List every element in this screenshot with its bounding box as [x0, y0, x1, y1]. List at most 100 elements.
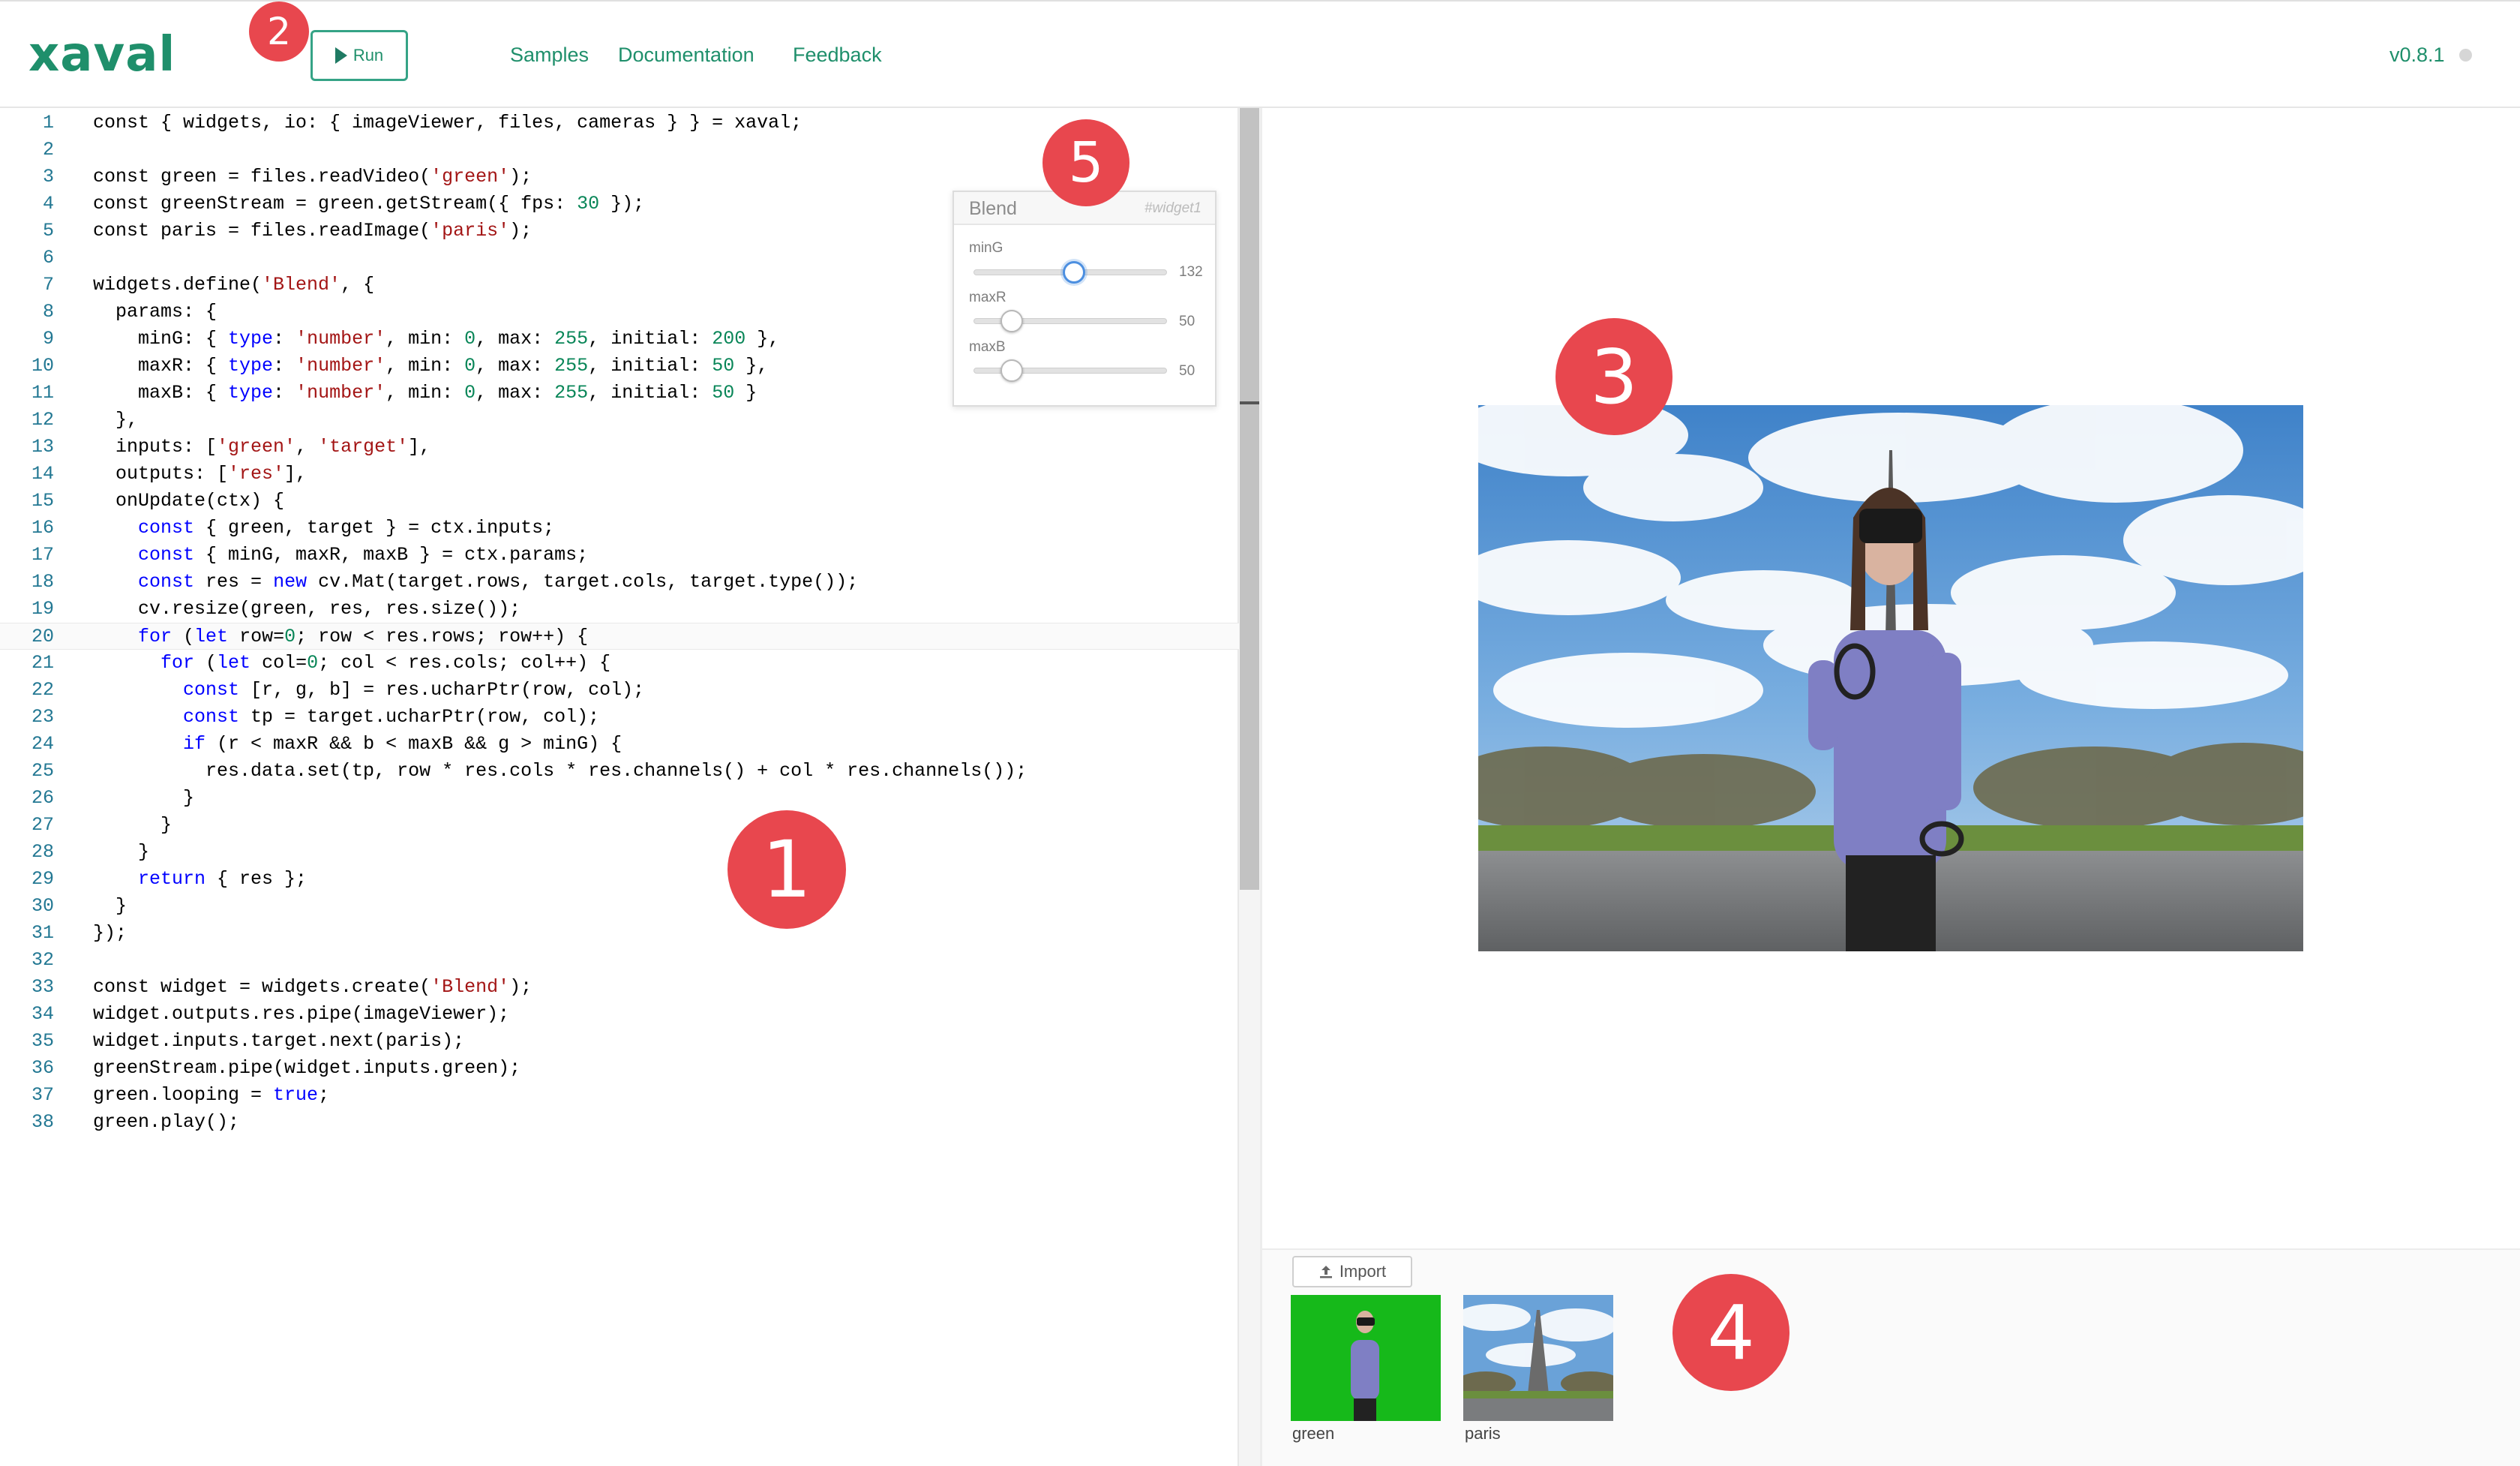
code-line[interactable]: 12 },: [0, 407, 1239, 434]
app-logo[interactable]: xaval: [28, 27, 176, 83]
line-number: 6: [42, 247, 54, 269]
code-line[interactable]: 20 for (let row=0; row < res.rows; row++…: [0, 623, 1239, 650]
code-text: }: [93, 895, 128, 917]
slider-thumb-maxb[interactable]: [1000, 359, 1023, 382]
code-text: }: [93, 814, 172, 836]
code-line[interactable]: 31});: [0, 920, 1239, 947]
annotation-badge-2: 2: [249, 2, 309, 62]
line-number: 3: [42, 166, 54, 188]
import-button[interactable]: Import: [1292, 1256, 1412, 1287]
nav-documentation[interactable]: Documentation: [618, 44, 754, 67]
file-thumbnail-green[interactable]: [1291, 1295, 1441, 1421]
code-line[interactable]: 13 inputs: ['green', 'target'],: [0, 434, 1239, 461]
code-line[interactable]: 18 const res = new cv.Mat(target.rows, t…: [0, 569, 1239, 596]
code-line[interactable]: 17 const { minG, maxR, maxB } = ctx.para…: [0, 542, 1239, 569]
line-number: 33: [31, 976, 54, 998]
line-number: 7: [42, 274, 54, 296]
line-number: 20: [31, 626, 54, 647]
code-text: res.data.set(tp, row * res.cols * res.ch…: [93, 760, 1028, 782]
param-label-maxr: maxR: [969, 290, 1006, 305]
line-number: 1: [42, 112, 54, 134]
paris-thumbnail: [1463, 1295, 1613, 1421]
file-thumbnail-paris[interactable]: [1463, 1295, 1613, 1421]
line-number: 34: [31, 1003, 54, 1025]
nav-feedback[interactable]: Feedback: [793, 44, 882, 67]
param-value-ming: 132: [1179, 264, 1203, 280]
code-line[interactable]: 36 greenStream.pipe(widget.inputs.green);: [0, 1055, 1239, 1082]
code-line[interactable]: 19 cv.resize(green, res, res.size());: [0, 596, 1239, 623]
code-line[interactable]: 1 const { widgets, io: { imageViewer, fil…: [0, 110, 1239, 137]
code-text: const tp = target.ucharPtr(row, col);: [183, 706, 600, 728]
code-line[interactable]: 32: [0, 947, 1239, 974]
line-number: 8: [42, 301, 54, 323]
code-line[interactable]: 26 }: [0, 785, 1239, 812]
line-number: 15: [31, 490, 54, 512]
code-line[interactable]: 30 }: [0, 893, 1239, 920]
param-value-maxb: 50: [1179, 363, 1196, 379]
code-line[interactable]: 25 res.data.set(tp, row * res.cols * res…: [0, 758, 1239, 785]
code-line[interactable]: 33 const widget = widgets.create('Blend')…: [0, 974, 1239, 1001]
line-number: 22: [31, 679, 54, 701]
line-number: 18: [31, 571, 54, 593]
code-text: green.looping = true;: [93, 1084, 330, 1106]
code-line[interactable]: 16 const { green, target } = ctx.inputs;: [0, 515, 1239, 542]
nav-samples[interactable]: Samples: [510, 44, 589, 67]
code-line[interactable]: 37 green.looping = true;: [0, 1082, 1239, 1109]
code-line[interactable]: 14 outputs: ['res'],: [0, 461, 1239, 488]
annotation-badge-3: 3: [1556, 318, 1672, 435]
version-label: v0.8.1: [2390, 44, 2445, 66]
code-line[interactable]: 34 widget.outputs.res.pipe(imageViewer);: [0, 1001, 1239, 1028]
editor-scroll-marker: [1240, 401, 1259, 404]
code-text: const { widgets, io: { imageViewer, file…: [93, 112, 802, 134]
green-screen-thumbnail: [1291, 1295, 1441, 1421]
editor-scrollbar-thumb[interactable]: [1240, 108, 1259, 890]
line-number: 4: [42, 193, 54, 215]
line-number: 30: [31, 895, 54, 917]
line-number: 12: [31, 409, 54, 431]
code-line[interactable]: 21 for (let col=0; col < res.cols; col++…: [0, 650, 1239, 677]
image-viewer: [1478, 405, 2303, 951]
line-number: 19: [31, 598, 54, 620]
code-text: params: {: [93, 301, 218, 323]
code-line[interactable]: 23 const tp = target.ucharPtr(row, col);: [0, 704, 1239, 731]
code-text: onUpdate(ctx) {: [93, 490, 285, 512]
param-label-maxb: maxB: [969, 339, 1006, 355]
run-button-label: Run: [352, 46, 384, 65]
code-text: minG: { type: 'number', min: 0, max: 255…: [93, 328, 780, 350]
code-line[interactable]: 29 return { res };: [0, 866, 1239, 893]
code-text: widget.inputs.target.next(paris);: [93, 1030, 465, 1052]
line-number: 37: [31, 1084, 54, 1106]
code-line[interactable]: 28 }: [0, 839, 1239, 866]
code-text: const paris = files.readImage('paris');: [93, 220, 532, 242]
code-line[interactable]: 22 const [r, g, b] = res.ucharPtr(row, c…: [0, 677, 1239, 704]
code-text: const greenStream = green.getStream({ fp…: [93, 193, 645, 215]
line-number: 26: [31, 787, 54, 809]
code-line[interactable]: 27 }: [0, 812, 1239, 839]
code-text: widget.outputs.res.pipe(imageViewer);: [93, 1003, 510, 1025]
code-line[interactable]: 35 widget.inputs.target.next(paris);: [0, 1028, 1239, 1055]
play-icon: [334, 47, 347, 64]
code-line[interactable]: 24 if (r < maxR && b < maxB && g > minG)…: [0, 731, 1239, 758]
files-panel: [1262, 1248, 2520, 1466]
code-text: for (let row=0; row < res.rows; row++) {: [138, 626, 589, 647]
import-button-label: Import: [1339, 1262, 1387, 1281]
line-number: 31: [31, 922, 54, 944]
code-line[interactable]: 15 onUpdate(ctx) {: [0, 488, 1239, 515]
line-number: 36: [31, 1057, 54, 1079]
file-label-paris: paris: [1465, 1424, 1501, 1443]
code-line[interactable]: 38 green.play();: [0, 1109, 1239, 1136]
code-text: if (r < maxR && b < maxB && g > minG) {: [183, 733, 622, 755]
widget-id: #widget1: [1144, 200, 1202, 216]
param-label-ming: minG: [969, 240, 1004, 256]
line-number: 5: [42, 220, 54, 242]
status-dot-icon: [2459, 49, 2472, 62]
slider-thumb-ming[interactable]: [1062, 261, 1085, 284]
slider-thumb-maxr[interactable]: [1000, 310, 1023, 332]
line-number: 16: [31, 517, 54, 539]
code-text: inputs: ['green', 'target'],: [93, 436, 431, 458]
blend-widget-panel: Blend #widget1 minG 132 maxR 50 maxB 50: [952, 191, 1216, 407]
code-text: green.play();: [93, 1111, 240, 1133]
code-text: const widget = widgets.create('Blend');: [93, 976, 532, 998]
run-button[interactable]: Run: [310, 30, 408, 81]
code-text: maxB: { type: 'number', min: 0, max: 255…: [93, 382, 758, 404]
